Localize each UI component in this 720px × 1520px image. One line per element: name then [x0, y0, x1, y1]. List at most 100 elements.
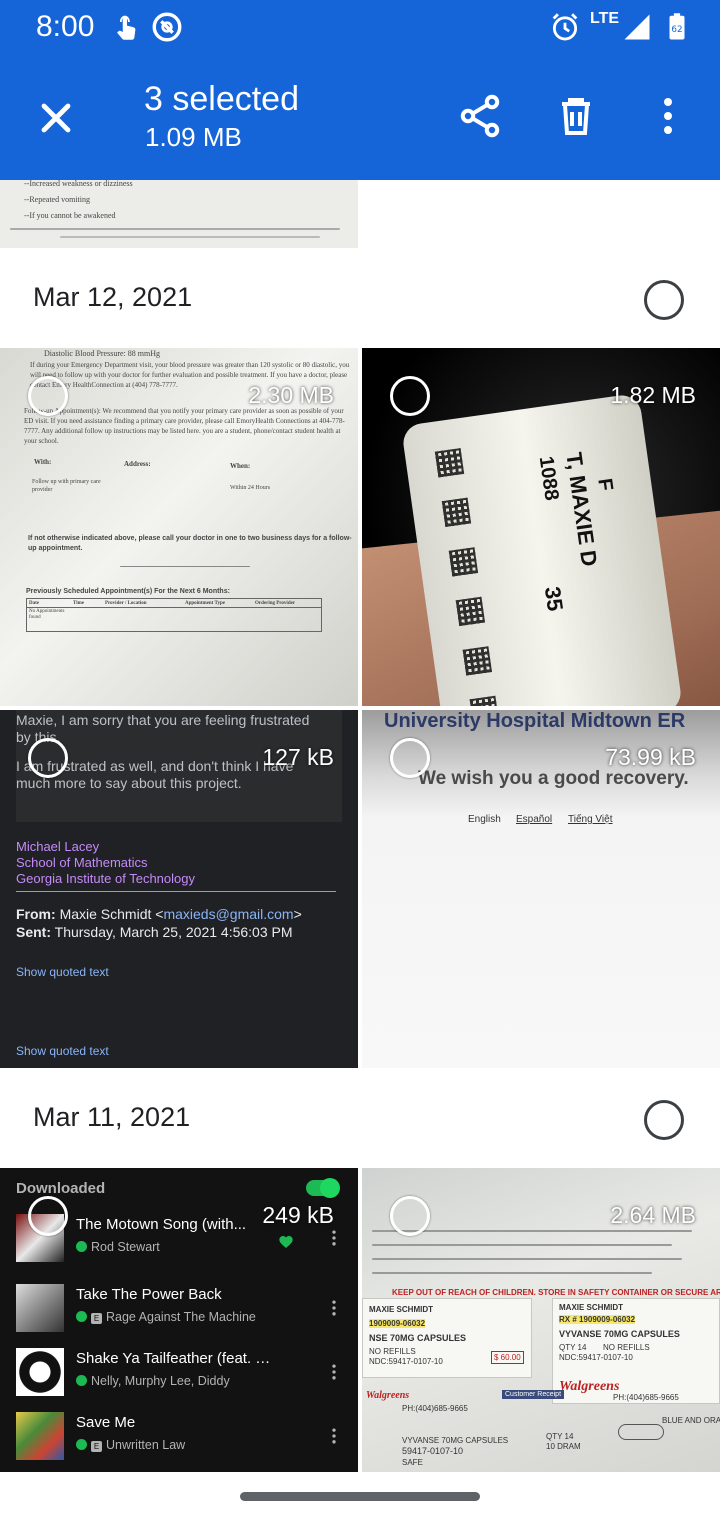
wristband-age: 35 — [539, 585, 568, 613]
track-artist: Nelly, Murphy Lee, Diddy — [76, 1374, 230, 1388]
downloaded-icon — [76, 1375, 87, 1386]
doc-col-head: Provider / Location — [105, 601, 147, 606]
heart-icon — [278, 1234, 294, 1250]
photo-size-badge: 2.64 MB — [610, 1202, 696, 1228]
photo-thumbnail[interactable]: University Hospital Midtown ER We wish y… — [362, 710, 720, 1068]
doc-rule — [120, 566, 250, 567]
sent-value: Thursday, March 25, 2021 4:56:03 PM — [54, 924, 293, 940]
receipt-label-right: MAXIE SCHMIDT RX # 1909009-06032 VYVANSE… — [552, 1298, 720, 1404]
receipt-phone: PH:(404)685-9665 — [402, 1404, 468, 1413]
downloaded-icon — [76, 1439, 87, 1450]
doc-col-head: Appointment Type — [185, 601, 225, 606]
track-artist: E Unwritten Law — [76, 1438, 185, 1452]
svg-text:62: 62 — [671, 25, 682, 35]
select-group-checkbox[interactable] — [644, 1100, 684, 1140]
receipt-qty: QTY 14 — [559, 1343, 587, 1352]
language-link: Español — [516, 814, 553, 825]
receipt-qty: QTY 14 — [546, 1432, 574, 1441]
web-subtitle: We wish you a good recovery. — [418, 768, 689, 789]
status-time: 8:00 — [36, 10, 95, 43]
doc-cell: Follow up with primary care provider — [32, 479, 101, 493]
select-photo-checkbox[interactable] — [390, 376, 430, 416]
receipt-name: MAXIE SCHMIDT — [559, 1303, 623, 1312]
wristband-name: T, MAXIE D — [561, 450, 603, 568]
more-vert-icon[interactable] — [644, 92, 692, 140]
doc-line: --Repeated vomiting — [24, 195, 90, 204]
doc-col-head: When: — [230, 462, 251, 470]
toggle-knob — [320, 1178, 340, 1198]
wristband-id: 1088 — [534, 454, 563, 503]
doc-rule — [60, 236, 320, 238]
album-art — [16, 1412, 64, 1460]
qr-code — [469, 695, 499, 706]
divider — [16, 891, 336, 892]
photo-thumbnail[interactable]: Diastolic Blood Pressure: 88 mmHg If dur… — [0, 348, 358, 706]
from-name: Maxie Schmidt < — [59, 906, 164, 922]
photo-thumbnail[interactable]: KEEP OUT OF REACH OF CHILDREN. STORE IN … — [362, 1168, 720, 1472]
share-icon[interactable] — [456, 92, 504, 140]
track-row: Shake Ya Tailfeather (feat. P. D... Nell… — [0, 1342, 358, 1402]
battery-icon: 62 — [662, 10, 696, 44]
select-group-checkbox[interactable] — [644, 280, 684, 320]
more-vert-icon — [324, 1296, 344, 1320]
photo-thumbnail[interactable]: --Increased weakness or dizziness --Repe… — [0, 180, 358, 248]
album-art — [16, 1284, 64, 1332]
photo-thumbnail[interactable]: Downloaded The Motown Song (with... Rod … — [0, 1168, 358, 1472]
more-vert-icon — [324, 1226, 344, 1250]
gesture-nav-bar[interactable] — [240, 1492, 480, 1501]
receipt-price: $ 60.00 — [491, 1351, 524, 1364]
doc-note: If not otherwise indicated above, please… — [28, 535, 352, 552]
date-label: Mar 11, 2021 — [33, 1102, 191, 1132]
explicit-badge: E — [91, 1313, 102, 1324]
date-label: Mar 12, 2021 — [33, 282, 193, 312]
doc-col-head: With: — [34, 458, 52, 466]
select-photo-checkbox[interactable] — [28, 376, 68, 416]
select-photo-checkbox[interactable] — [390, 1196, 430, 1236]
from-end: > — [293, 906, 302, 922]
receipt-warning: KEEP OUT OF REACH OF CHILDREN. STORE IN … — [392, 1288, 720, 1297]
photos-app: 8:00 LTE 62 3 selected 1.09 MB --Increas… — [0, 0, 720, 1520]
doc-line: --If you cannot be awakened — [24, 211, 116, 220]
receipt-ndc: NDC:59417-0107-10 — [559, 1353, 633, 1362]
doc-cell: No Appointments found — [29, 609, 65, 620]
receipt-refills: NO REFILLS — [603, 1343, 650, 1352]
select-photo-checkbox[interactable] — [28, 1196, 68, 1236]
select-photo-checkbox[interactable] — [390, 738, 430, 778]
receipt-drug: VYVANSE 70MG CAPSULES — [559, 1329, 680, 1339]
album-art — [16, 1348, 64, 1396]
track-title: Take The Power Back — [76, 1286, 222, 1303]
delete-icon[interactable] — [552, 92, 600, 140]
selection-count: 3 selected — [144, 80, 299, 118]
show-quoted-text-link[interactable]: Show quoted text — [16, 965, 109, 979]
wristband-sex: F — [593, 476, 617, 493]
photo-size-badge: 127 kB — [262, 744, 334, 770]
doc-rule — [10, 228, 340, 230]
more-vert-icon — [324, 1424, 344, 1448]
signature-school: School of Mathematics — [16, 855, 148, 870]
receipt-refills: NO REFILLS — [369, 1347, 416, 1356]
select-photo-checkbox[interactable] — [28, 738, 68, 778]
track-title: Save Me — [76, 1414, 136, 1431]
explicit-badge: E — [91, 1441, 102, 1452]
doc-col-head: Address: — [124, 460, 151, 468]
language-link: Tiếng Việt — [568, 814, 613, 825]
from-email-link[interactable]: maxieds@gmail.com — [163, 906, 293, 922]
photo-thumbnail[interactable]: Maxie, I am sorry that you are feeling f… — [0, 710, 358, 1068]
downloaded-icon — [76, 1241, 87, 1252]
receipt-ndc: NDC:59417-0107-10 — [369, 1357, 443, 1366]
alarm-icon — [548, 10, 582, 44]
photo-size-badge: 1.82 MB — [610, 382, 696, 408]
photo-thumbnail[interactable]: 1088 T, MAXIE D F 35 1.82 MB — [362, 348, 720, 706]
receipt-phone: PH:(404)685-9665 — [613, 1393, 679, 1402]
sent-label: Sent: — [16, 924, 51, 940]
receipt-safe: SAFE — [402, 1458, 423, 1467]
show-quoted-text-link[interactable]: Show quoted text — [16, 1044, 109, 1058]
downloaded-icon — [76, 1311, 87, 1322]
qr-code — [462, 646, 492, 676]
doc-line: Diastolic Blood Pressure: 88 mmHg — [44, 349, 160, 358]
track-artist: Rod Stewart — [76, 1240, 160, 1254]
artist-name: Rod Stewart — [91, 1240, 160, 1254]
close-icon[interactable] — [32, 94, 80, 142]
qr-code — [441, 497, 472, 528]
qr-code — [448, 547, 479, 577]
